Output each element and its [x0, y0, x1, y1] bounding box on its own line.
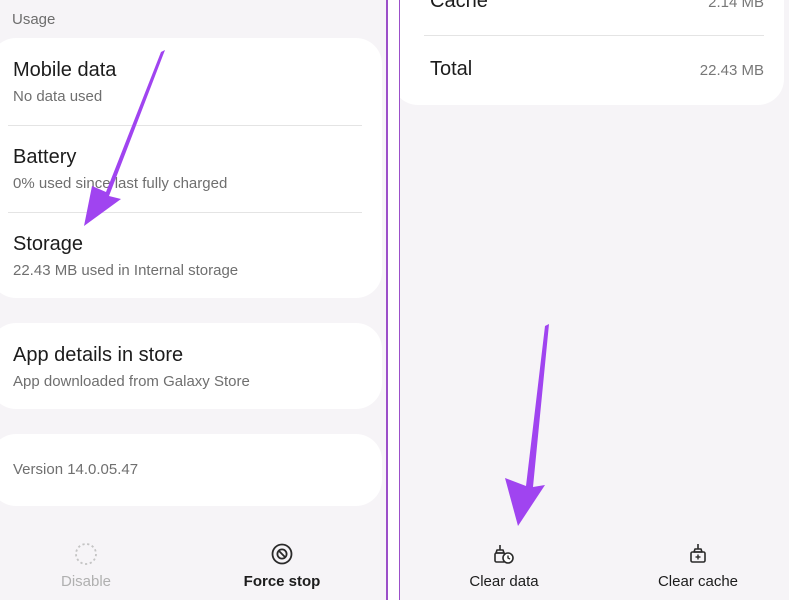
mobile-data-item[interactable]: Mobile data No data used: [0, 38, 382, 124]
storage-subtitle: 22.43 MB used in Internal storage: [13, 262, 239, 279]
pane-gap: [387, 0, 399, 600]
battery-subtitle: 0% used since last fully charged: [13, 175, 228, 192]
disable-label: Disable: [60, 573, 112, 590]
mobile-data-subtitle: No data used: [13, 88, 103, 105]
total-value: 22.43 MB: [699, 62, 764, 79]
app-info-pane: Usage Mobile data No data used Battery 0…: [0, 0, 387, 600]
storage-summary-card: Cache 2.14 MB Total 22.43 MB: [400, 0, 784, 105]
clear-cache-icon: [690, 544, 706, 563]
app-details-store-item[interactable]: App details in store App downloaded from…: [0, 323, 382, 409]
section-title-usage: Usage: [12, 11, 56, 28]
clear-data-button[interactable]: Clear data: [454, 541, 554, 593]
pane-divider-left: [386, 0, 388, 600]
usage-card: Mobile data No data used Battery 0% used…: [0, 38, 382, 298]
cache-row: Cache 2.14 MB: [400, 0, 784, 34]
clear-data-label: Clear data: [469, 573, 539, 590]
storage-pane: Cache 2.14 MB Total 22.43 MB Clear data …: [400, 0, 789, 600]
clear-cache-button[interactable]: Clear cache: [648, 541, 748, 593]
disable-icon: [75, 543, 97, 565]
cache-value: 2.14 MB: [708, 0, 764, 11]
version-text: Version 14.0.05.47: [13, 461, 139, 478]
force-stop-icon: [271, 543, 293, 565]
app-details-store-card[interactable]: App details in store App downloaded from…: [0, 323, 382, 409]
disable-button[interactable]: Disable: [36, 541, 136, 593]
storage-item[interactable]: Storage 22.43 MB used in Internal storag…: [0, 213, 382, 298]
app-details-store-subtitle: App downloaded from Galaxy Store: [13, 373, 250, 390]
mobile-data-title: Mobile data: [13, 59, 117, 81]
battery-item[interactable]: Battery 0% used since last fully charged: [0, 126, 382, 212]
battery-title: Battery: [13, 146, 77, 168]
storage-title: Storage: [13, 233, 84, 255]
force-stop-label: Force stop: [243, 573, 321, 590]
clear-data-icon: [494, 545, 514, 564]
version-card: Version 14.0.05.47: [0, 434, 382, 506]
app-details-store-title: App details in store: [13, 344, 184, 366]
clear-cache-label: Clear cache: [657, 573, 739, 590]
cache-label: Cache: [430, 0, 488, 12]
total-label: Total: [430, 58, 473, 80]
total-row: Total 22.43 MB: [400, 36, 784, 100]
force-stop-button[interactable]: Force stop: [222, 541, 342, 593]
